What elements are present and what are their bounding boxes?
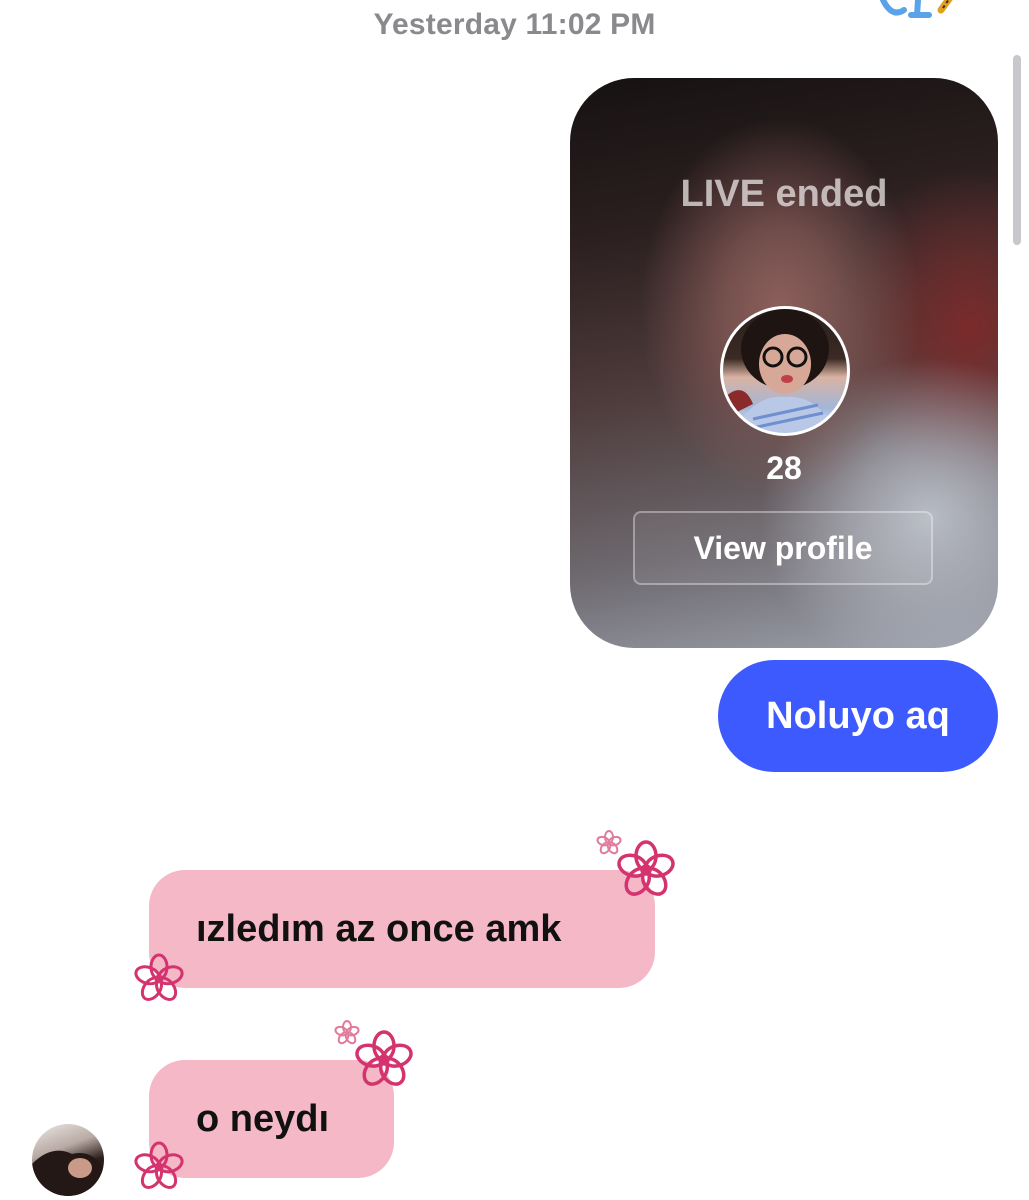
profile-avatar[interactable] xyxy=(720,306,850,436)
sticker-icon[interactable] xyxy=(849,0,989,35)
avatar-photo-icon xyxy=(32,1150,104,1196)
viewer-count: 28 xyxy=(766,450,802,486)
flower-icon xyxy=(355,1030,413,1086)
live-status-label: LIVE ended xyxy=(680,173,888,215)
flower-icon xyxy=(617,840,675,896)
flower-icon xyxy=(134,1141,184,1189)
received-message-bubble[interactable]: ızledım az once amk xyxy=(149,870,655,988)
avatar-photo-icon xyxy=(723,309,837,433)
scrollbar[interactable] xyxy=(1013,55,1021,245)
flower-icon xyxy=(134,953,184,1001)
live-ended-card[interactable]: LIVE ended 28 View profile xyxy=(570,78,998,648)
view-profile-button[interactable]: View profile xyxy=(633,511,933,585)
sender-avatar[interactable] xyxy=(32,1124,104,1196)
sent-message-bubble[interactable]: Noluyo aq xyxy=(718,660,998,772)
